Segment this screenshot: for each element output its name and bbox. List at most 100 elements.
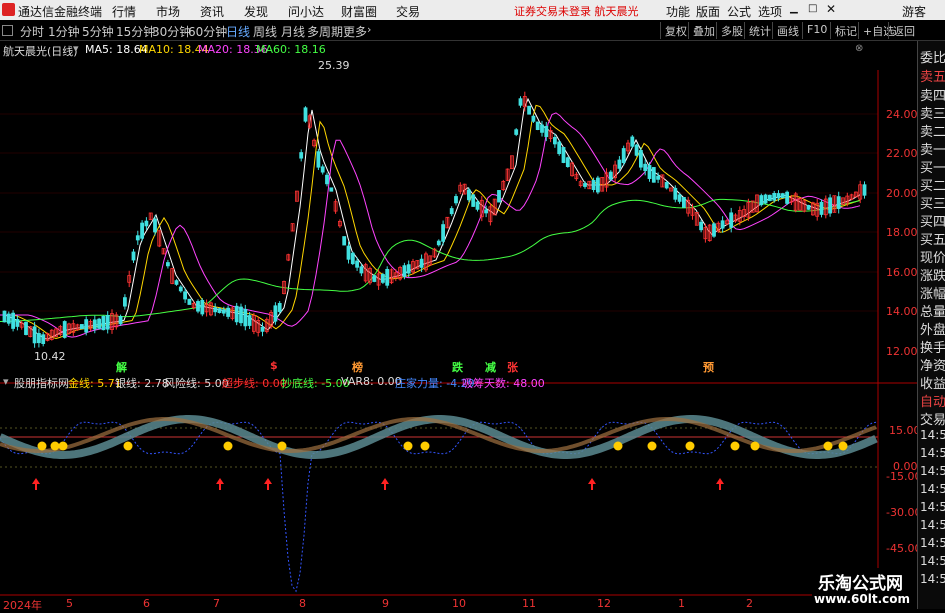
high-price-mark: 25.39 (318, 59, 350, 72)
candle-body (828, 197, 832, 214)
layout-toggle-icon[interactable] (2, 25, 13, 36)
quote-label-price[interactable]: 现价 (920, 247, 945, 266)
period-tab-intraday[interactable]: 分时 (20, 23, 44, 40)
quote-label-bid3[interactable]: 买三 (920, 193, 945, 212)
minimize-icon[interactable]: ▁ (790, 3, 798, 14)
candle-body (342, 236, 347, 246)
indicator-settings-icon[interactable]: ▾ (3, 375, 9, 388)
menu-item-wenxiaoda[interactable]: 问小达 (288, 3, 324, 20)
menu-item-layout[interactable]: 版面 (696, 3, 720, 20)
period-tab-60min[interactable]: 60分钟 (188, 23, 227, 40)
overlay-button[interactable]: 叠加 (688, 22, 719, 39)
candle-body (557, 141, 562, 155)
menu-item-formula[interactable]: 公式 (727, 3, 751, 20)
mark-button[interactable]: 标记 (830, 22, 861, 39)
indicator-value: 超步线: 0.00 (222, 377, 287, 390)
event-marker[interactable]: 解 (116, 359, 127, 375)
more-chevron-icon[interactable]: › (367, 23, 371, 36)
candle-body (664, 182, 669, 189)
back-button[interactable]: 返回 (888, 22, 919, 39)
candle-body (621, 148, 626, 164)
quote-panel: 委比 卖五 卖四 卖三 卖二 卖一 买一 买二 买三 买四 买五 现价 涨跌 涨… (917, 41, 945, 609)
statistics-button[interactable]: 统计 (744, 22, 775, 39)
tick-time: 14:56 (920, 482, 945, 496)
maximize-icon[interactable]: □ (808, 3, 817, 14)
close-icon[interactable]: ✕ (826, 2, 836, 16)
watermark-title: 乐淘公式网 (818, 574, 903, 594)
signal-dot (750, 441, 760, 451)
event-marker[interactable]: 张 (507, 359, 518, 375)
menu-item-news[interactable]: 资讯 (200, 3, 224, 20)
indicator-name: 股朋指标网 (14, 377, 69, 390)
candle-body (213, 307, 218, 313)
candle-body (226, 307, 231, 317)
event-marker[interactable]: 榜 (352, 359, 363, 375)
quote-label-weibi[interactable]: 委比 (920, 47, 945, 66)
quote-label-ask5[interactable]: 卖五 (920, 66, 945, 85)
candle-body (540, 124, 544, 133)
period-tab-more[interactable]: 更多 (343, 23, 367, 40)
event-marker[interactable]: 减 (485, 359, 496, 375)
menu-item-quotes[interactable]: 行情 (112, 3, 136, 20)
menu-bar: 通达信金融终端 行情 市场 资讯 发现 问小达 财富圈 交易 证券交易未登录 航… (0, 0, 945, 20)
auto-trade-toggle[interactable]: 自动 (920, 391, 945, 410)
quote-label-earnings[interactable]: 收益 (920, 373, 945, 392)
menu-item-market[interactable]: 市场 (156, 3, 180, 20)
quote-label-change-pct[interactable]: 涨幅 (920, 283, 945, 302)
menu-item-discover[interactable]: 发现 (244, 3, 268, 20)
period-tab-30min[interactable]: 30分钟 (152, 23, 191, 40)
app-title: 通达信金融终端 (18, 5, 103, 19)
quote-label-bid1[interactable]: 买一 (920, 157, 945, 176)
signal-dot (277, 441, 287, 451)
quote-label-outer[interactable]: 外盘 (920, 319, 945, 338)
period-tab-weekly[interactable]: 周线 (253, 23, 277, 40)
period-tab-multi[interactable]: 多周期 (307, 23, 343, 40)
adjust-button[interactable]: 复权 (660, 22, 691, 39)
menu-item-trade[interactable]: 交易 (396, 3, 420, 20)
signal-dot (613, 441, 623, 451)
quote-label-ask1[interactable]: 卖一 (920, 139, 945, 158)
candle-body (359, 266, 364, 274)
tick-time: 14:56 (920, 572, 945, 586)
chart-area[interactable] (0, 40, 917, 609)
menu-item-wealth-circle[interactable]: 财富圈 (341, 3, 377, 20)
candle-body (630, 136, 635, 147)
period-tab-daily[interactable]: 日线 (226, 23, 250, 40)
quote-label-ask4[interactable]: 卖四 (920, 85, 945, 104)
candle-body (239, 306, 243, 324)
quote-label-change[interactable]: 涨跌 (920, 265, 945, 284)
quote-label-bid2[interactable]: 买二 (920, 175, 945, 194)
menu-item-functions[interactable]: 功能 (666, 3, 690, 20)
candle-body (527, 105, 531, 115)
candle-body (15, 319, 20, 327)
draw-line-button[interactable]: 画线 (772, 22, 803, 39)
quote-label-turnover[interactable]: 换手 (920, 337, 945, 356)
candle-body (836, 196, 841, 209)
candle-body (768, 194, 772, 201)
event-marker[interactable]: 跌 (452, 359, 463, 375)
trade-label[interactable]: 交易 (920, 409, 945, 428)
period-tab-5min[interactable]: 5分钟 (82, 23, 114, 40)
f10-button[interactable]: F10 (802, 22, 831, 39)
event-marker[interactable]: 预 (703, 359, 714, 375)
candle-body (471, 194, 476, 207)
period-tab-monthly[interactable]: 月线 (281, 23, 305, 40)
quote-label-ask2[interactable]: 卖二 (920, 121, 945, 140)
candle-body (11, 312, 16, 329)
period-tab-1min[interactable]: 1分钟 (48, 23, 80, 40)
period-tab-15min[interactable]: 15分钟 (116, 23, 155, 40)
quote-label-bid5[interactable]: 买五 (920, 229, 945, 248)
multi-stock-button[interactable]: 多股 (716, 22, 747, 39)
event-marker[interactable]: $ (270, 359, 278, 372)
quote-label-ask3[interactable]: 卖三 (920, 103, 945, 122)
guest-label[interactable]: 游客 (902, 3, 926, 20)
menu-item-options[interactable]: 选项 (758, 3, 782, 20)
quote-label-net-assets[interactable]: 净资 (920, 355, 945, 374)
candle-body (316, 151, 321, 168)
quote-label-bid4[interactable]: 买四 (920, 211, 945, 230)
watermark-url: www.60lt.com (814, 592, 911, 606)
candle-body (144, 220, 149, 227)
candle-body (178, 286, 183, 292)
candle-body (729, 212, 734, 228)
quote-label-volume[interactable]: 总量 (920, 301, 945, 320)
